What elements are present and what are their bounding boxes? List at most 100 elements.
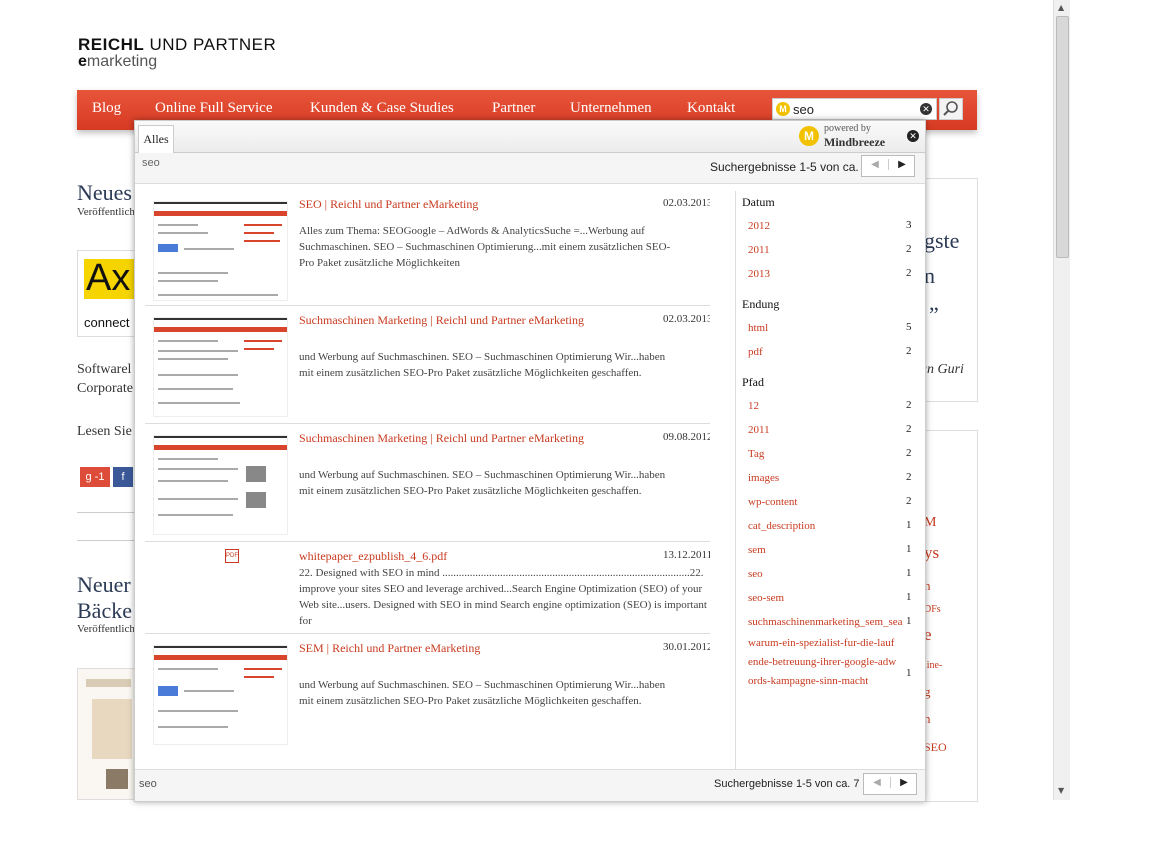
bg-read-more[interactable]: Lesen Sie	[77, 424, 132, 440]
nav-item-unternehmen[interactable]: Unternehmen	[570, 100, 652, 117]
result-thumbnail[interactable]	[153, 435, 288, 535]
result-snippet: und Werbung auf Suchmaschinen. SEO – Suc…	[299, 469, 666, 497]
bg-right-fragment: SEO	[924, 740, 947, 754]
facet-count: 2	[906, 345, 912, 357]
bg-heading-2-line1[interactable]: Neuer	[77, 572, 131, 598]
nav-item-online-full-service[interactable]: Online Full Service	[155, 100, 272, 117]
next-page-button[interactable]: ▶	[891, 777, 917, 788]
facet-panel: Datum 2012 3 2011 2 2013 2 Endung html 5…	[735, 191, 916, 791]
scroll-up-arrow-icon[interactable]: ▲	[1058, 3, 1064, 12]
facet-item[interactable]: 2012	[748, 218, 898, 235]
result-item[interactable]: SEO | Reichl und Partner eMarketing 02.0…	[145, 191, 710, 306]
result-date: 09.08.2012	[663, 431, 710, 443]
facet-count: 2	[906, 423, 912, 435]
facet-item[interactable]: images	[748, 470, 898, 487]
overlay-footer: seo Suchergebnisse 1-5 von ca. 7 ◀ ▶	[135, 769, 925, 801]
result-title[interactable]: whitepaper_ezpublish_4_6.pdf	[299, 549, 447, 564]
bg-right-fragment: an Guri	[920, 362, 964, 377]
bg-software-line2: Corporate	[77, 381, 133, 396]
facet-item[interactable]: 12	[748, 398, 898, 415]
result-title[interactable]: Suchmaschinen Marketing | Reichl und Par…	[299, 431, 584, 446]
facet-count: 2	[906, 447, 912, 459]
nav-item-partner[interactable]: Partner	[492, 100, 535, 117]
prev-page-button[interactable]: ◀	[862, 159, 889, 170]
tab-alles[interactable]: Alles	[138, 125, 174, 153]
nav-item-kontakt[interactable]: Kontakt	[687, 100, 735, 117]
bg-right-fragment: line-	[924, 660, 943, 671]
scroll-down-arrow-icon[interactable]: ▼	[1058, 786, 1064, 795]
result-date: 02.03.2013	[663, 197, 710, 209]
page-scrollbar[interactable]: ▲ ▼	[1053, 0, 1070, 800]
clear-search-icon[interactable]: ✕	[920, 103, 932, 115]
powered-by-text: powered by	[824, 123, 871, 134]
logo-line1[interactable]: REICHL UND PARTNER	[78, 35, 276, 55]
next-page-button[interactable]: ▶	[889, 159, 915, 170]
logo-line2[interactable]: emarketing	[78, 53, 157, 71]
search-input[interactable]: M seo ✕	[772, 98, 937, 120]
query-label: seo	[142, 157, 160, 169]
facet-count: 1	[906, 615, 912, 627]
nav-item-kunden[interactable]: Kunden & Case Studies	[310, 100, 454, 117]
result-item[interactable]: SEM | Reichl und Partner eMarketing 30.0…	[145, 635, 710, 751]
search-button[interactable]	[939, 98, 963, 120]
facet-count: 2	[906, 471, 912, 483]
result-title[interactable]: Suchmaschinen Marketing | Reichl und Par…	[299, 313, 584, 328]
facet-item[interactable]: 2013	[748, 266, 898, 283]
facet-item[interactable]: cat_description	[748, 518, 898, 535]
bg-published-1: Veröffentlich	[77, 206, 135, 218]
facet-count: 5	[906, 321, 912, 333]
bg-right-fragment: DFs	[924, 604, 941, 615]
facet-count: 1	[906, 667, 912, 679]
facet-item[interactable]: sem	[748, 542, 898, 559]
bg-right-fragment: gste	[924, 228, 960, 253]
search-results-overlay: Alles M powered by Mindbreeze ✕ seo Such…	[134, 120, 926, 802]
bg-right-fragment: ys	[924, 543, 940, 562]
bg-published-2: Veröffentlich	[77, 623, 135, 635]
bg-heading-1[interactable]: Neues	[77, 180, 132, 206]
facet-item[interactable]: wp-content	[748, 494, 898, 511]
bg-right-fragment: „	[929, 290, 939, 315]
scrollbar-thumb[interactable]	[1056, 16, 1069, 258]
facet-item[interactable]: pdf	[748, 344, 898, 361]
facet-item[interactable]: 2011	[748, 422, 898, 439]
facet-item[interactable]: warum-ein-spezialist-fur-die-laufende-be…	[748, 631, 898, 691]
facet-item[interactable]: Tag	[748, 446, 898, 463]
bg-divider	[77, 540, 134, 541]
facet-item[interactable]: html	[748, 320, 898, 337]
result-title[interactable]: SEO | Reichl und Partner eMarketing	[299, 197, 478, 212]
facet-item[interactable]: suchmaschinenmarketing_sem_sea	[748, 614, 903, 631]
footer-result-count: Suchergebnisse 1-5 von ca. 7	[714, 778, 860, 790]
search-icon	[943, 101, 958, 116]
facet-count: 2	[906, 495, 912, 507]
result-thumbnail[interactable]	[153, 645, 288, 745]
overlay-toolbar: seo Suchergebnisse 1-5 von ca. 7 ◀ ▶	[135, 153, 925, 184]
facet-count: 1	[906, 519, 912, 531]
powered-by-brand: Mindbreeze	[824, 135, 886, 149]
facet-heading-endung: Endung	[742, 297, 780, 311]
result-title[interactable]: SEM | Reichl und Partner eMarketing	[299, 641, 480, 656]
facet-heading-pfad: Pfad	[742, 375, 764, 389]
result-item[interactable]: Suchmaschinen Marketing | Reichl und Par…	[145, 425, 710, 542]
result-item[interactable]: PDF whitepaper_ezpublish_4_6.pdf 13.12.2…	[145, 543, 710, 634]
facet-count: 1	[906, 543, 912, 555]
nav-item-blog[interactable]: Blog	[92, 100, 121, 117]
bg-image-bakery[interactable]	[77, 668, 136, 800]
close-icon[interactable]: ✕	[907, 130, 919, 142]
powered-by-mindbreeze[interactable]: M powered by Mindbreeze	[799, 123, 894, 151]
result-date: 02.03.2013	[663, 313, 710, 325]
result-thumbnail[interactable]	[153, 317, 288, 417]
bg-heading-2-line2[interactable]: Bäcke	[77, 598, 132, 624]
facet-item[interactable]: seo-sem	[748, 590, 898, 607]
facet-item[interactable]: seo	[748, 566, 898, 583]
facebook-button[interactable]: f	[113, 467, 133, 487]
result-snippet: und Werbung auf Suchmaschinen. SEO – Suc…	[299, 351, 666, 379]
facet-heading-datum: Datum	[742, 195, 775, 209]
bg-image-axel[interactable]: Ax connect	[77, 250, 136, 337]
gplus-button[interactable]: g -1	[80, 467, 110, 487]
prev-page-button[interactable]: ◀	[864, 777, 891, 788]
result-item[interactable]: Suchmaschinen Marketing | Reichl und Par…	[145, 307, 710, 424]
result-thumbnail[interactable]	[153, 201, 288, 301]
facet-item[interactable]: 2011	[748, 242, 898, 259]
pager-bottom: ◀ ▶	[863, 773, 917, 795]
pdf-file-icon: PDF	[225, 549, 239, 563]
